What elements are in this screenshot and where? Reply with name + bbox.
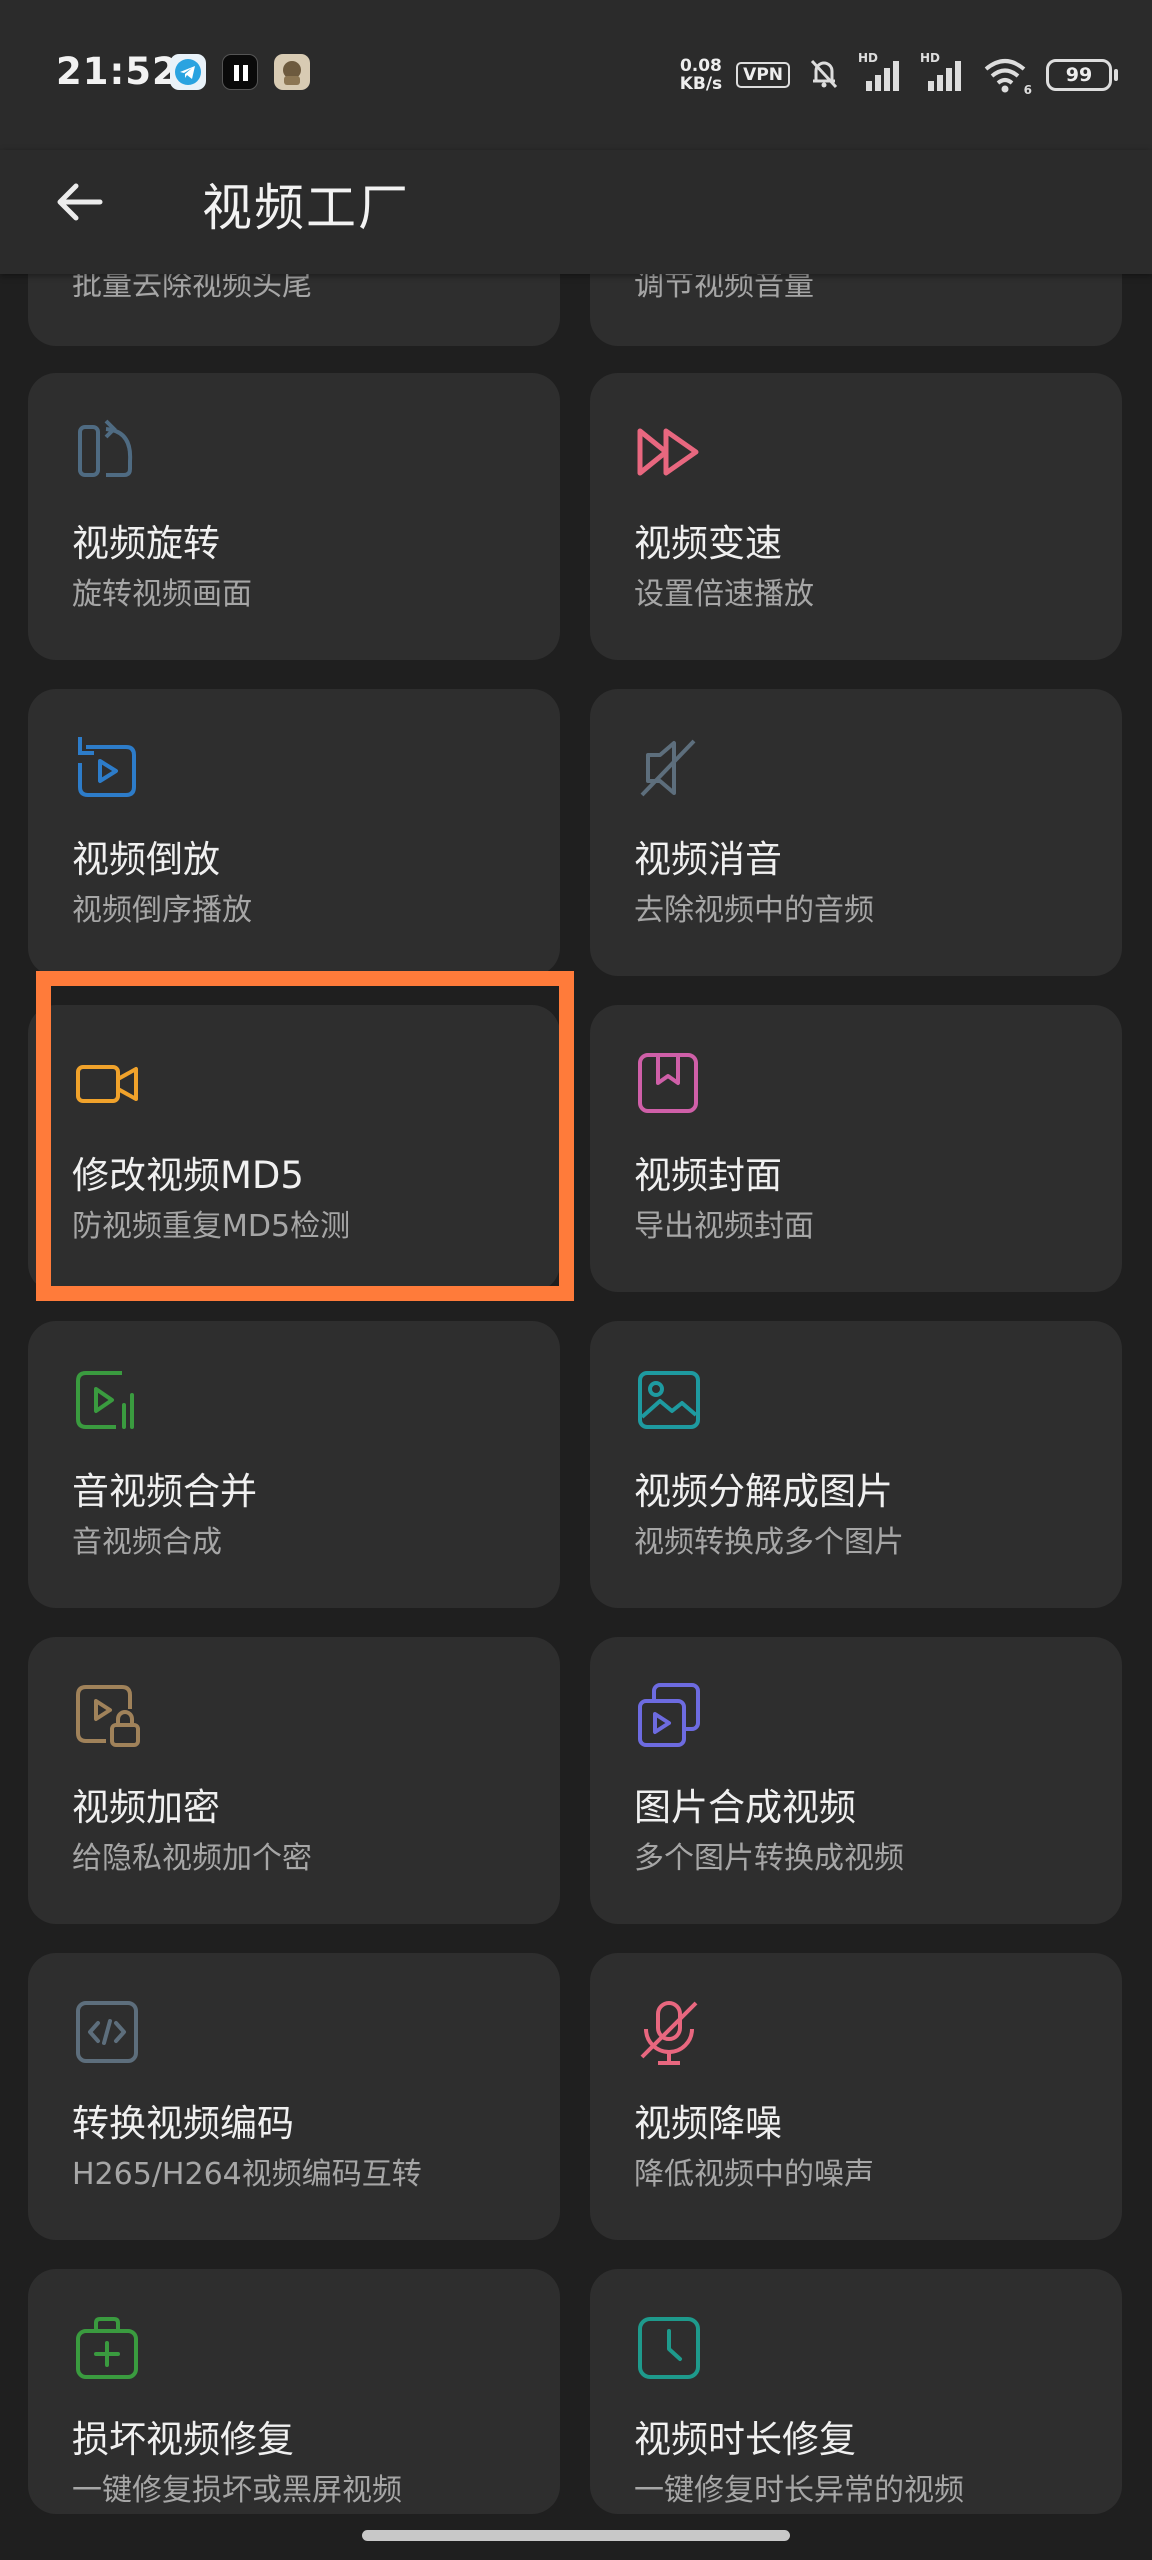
tool-card-label: 视频封面 bbox=[634, 1154, 782, 1197]
audio-video-merge-icon bbox=[72, 1365, 142, 1435]
image-icon bbox=[634, 1365, 704, 1435]
vpn-badge: VPN bbox=[736, 62, 790, 88]
repair-kit-icon bbox=[72, 2313, 142, 2383]
tool-card-desc: 给隐私视频加个密 bbox=[72, 1841, 312, 1876]
tool-card-audio-video-merge[interactable]: 音视频合并 音视频合成 bbox=[28, 1321, 560, 1608]
tool-card-video-mute[interactable]: 视频消音 去除视频中的音频 bbox=[590, 689, 1122, 976]
telegram-icon bbox=[170, 54, 206, 90]
cover-icon bbox=[634, 1049, 704, 1119]
tool-card-video-encrypt[interactable]: 视频加密 给隐私视频加个密 bbox=[28, 1637, 560, 1924]
tool-card-label: 损坏视频修复 bbox=[72, 2418, 294, 2461]
tool-card-desc: 设置倍速播放 bbox=[634, 577, 814, 612]
bell-off-icon bbox=[804, 53, 844, 97]
tool-card-video-denoise[interactable]: 视频降噪 降低视频中的噪声 bbox=[590, 1953, 1122, 2240]
tool-card-desc: H265/H264视频编码互转 bbox=[72, 2157, 422, 2192]
images-to-video-icon bbox=[634, 1681, 704, 1751]
tool-card-desc: 降低视频中的噪声 bbox=[634, 2157, 874, 2192]
app-bar: 视频工厂 bbox=[0, 150, 1152, 274]
mic-off-icon bbox=[634, 1997, 704, 2067]
signal-2-icon: HD bbox=[920, 51, 968, 95]
tool-card-video-speed[interactable]: 视频变速 设置倍速播放 bbox=[590, 373, 1122, 660]
tool-card-label: 图片合成视频 bbox=[634, 1786, 856, 1829]
tool-card-label: 转换视频编码 bbox=[72, 2102, 294, 2145]
wifi-icon: 6 bbox=[982, 55, 1032, 97]
tool-card-desc: 音视频合成 bbox=[72, 1525, 222, 1560]
status-indicators: 0.08 KB/s VPN HD HD 6 99 bbox=[679, 50, 1118, 100]
tool-card-desc: 视频倒序播放 bbox=[72, 893, 252, 928]
rotate-icon bbox=[72, 417, 142, 487]
tool-card-desc: 旋转视频画面 bbox=[72, 577, 252, 612]
clock-icon bbox=[634, 2313, 704, 2383]
tool-card-repair-video[interactable]: 损坏视频修复 一键修复损坏或黑屏视频 bbox=[28, 2269, 560, 2514]
tool-card-convert-codec[interactable]: 转换视频编码 H265/H264视频编码互转 bbox=[28, 1953, 560, 2240]
lock-video-icon bbox=[72, 1681, 142, 1751]
reverse-play-icon bbox=[72, 733, 142, 803]
mute-icon bbox=[634, 733, 704, 803]
tool-card-desc: 视频转换成多个图片 bbox=[634, 1525, 904, 1560]
tool-card-video-to-images[interactable]: 视频分解成图片 视频转换成多个图片 bbox=[590, 1321, 1122, 1608]
tool-card-desc: 一键修复损坏或黑屏视频 bbox=[72, 2473, 402, 2508]
code-icon bbox=[72, 1997, 142, 2067]
tool-card-desc: 多个图片转换成视频 bbox=[634, 1841, 904, 1876]
tool-card-desc: 去除视频中的音频 bbox=[634, 893, 874, 928]
tool-card-label: 视频变速 bbox=[634, 522, 782, 565]
status-bar: 21:52 0.08 KB/s VPN HD HD 6 99 bbox=[0, 0, 1152, 150]
tool-card-label: 视频时长修复 bbox=[634, 2418, 856, 2461]
tool-card-label: 视频旋转 bbox=[72, 522, 220, 565]
network-speed: 0.08 KB/s bbox=[679, 56, 723, 94]
tool-card-video-rotate[interactable]: 视频旋转 旋转视频画面 bbox=[28, 373, 560, 660]
tool-card-label: 视频倒放 bbox=[72, 838, 220, 881]
tool-card-label: 视频加密 bbox=[72, 1786, 220, 1829]
arrow-left-icon bbox=[57, 183, 103, 221]
battery-indicator: 99 bbox=[1046, 59, 1118, 91]
tool-card-label: 视频分解成图片 bbox=[634, 1470, 893, 1513]
tool-card-images-to-video[interactable]: 图片合成视频 多个图片转换成视频 bbox=[590, 1637, 1122, 1924]
back-button[interactable] bbox=[48, 170, 112, 234]
signal-1-icon: HD bbox=[858, 51, 906, 95]
tool-card-label: 视频消音 bbox=[634, 838, 782, 881]
pause-app-icon bbox=[222, 54, 258, 90]
tool-card-duration-repair[interactable]: 视频时长修复 一键修复时长异常的视频 bbox=[590, 2269, 1122, 2514]
tool-card-label: 修改视频MD5 bbox=[72, 1154, 304, 1197]
video-camera-icon bbox=[72, 1049, 142, 1119]
status-time: 21:52 bbox=[56, 50, 179, 93]
page-title: 视频工厂 bbox=[202, 179, 410, 237]
tool-card-desc: 防视频重复MD5检测 bbox=[72, 1209, 351, 1244]
tool-card-label: 视频降噪 bbox=[634, 2102, 782, 2145]
tool-card-video-cover[interactable]: 视频封面 导出视频封面 bbox=[590, 1005, 1122, 1292]
gesture-nav-bar[interactable] bbox=[362, 2530, 790, 2541]
tool-card-modify-md5[interactable]: 修改视频MD5 防视频重复MD5检测 bbox=[28, 1005, 560, 1292]
tool-card-desc: 一键修复时长异常的视频 bbox=[634, 2473, 964, 2508]
fast-forward-icon bbox=[634, 417, 704, 487]
tool-card-label: 音视频合并 bbox=[72, 1470, 257, 1513]
app-notification-icon bbox=[274, 54, 310, 90]
tool-card-desc: 导出视频封面 bbox=[634, 1209, 814, 1244]
tool-card-video-reverse[interactable]: 视频倒放 视频倒序播放 bbox=[28, 689, 560, 976]
